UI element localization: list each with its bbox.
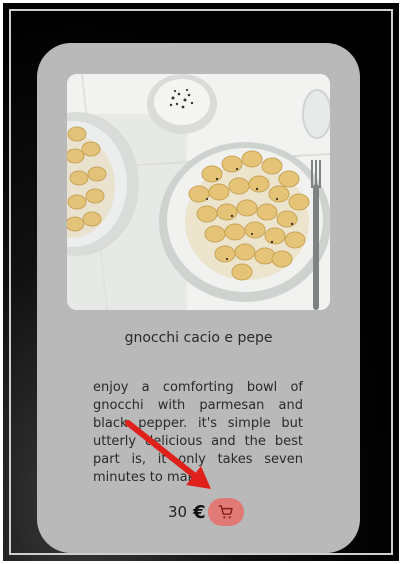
gnocchi-photo-illustration (67, 74, 330, 310)
add-to-cart-button[interactable] (207, 498, 244, 526)
product-description: enjoy a comforting bowl of gnocchi with … (93, 380, 303, 485)
product-card: gnocchi cacio e pepe enjoy a comforting … (37, 43, 360, 553)
product-photo (67, 74, 330, 310)
price-row: 30 € (168, 498, 244, 526)
currency-symbol: € (193, 501, 206, 523)
shopping-cart-icon (218, 505, 233, 519)
product-title: gnocchi cacio e pepe (124, 330, 273, 346)
product-price: 30 (168, 503, 188, 521)
